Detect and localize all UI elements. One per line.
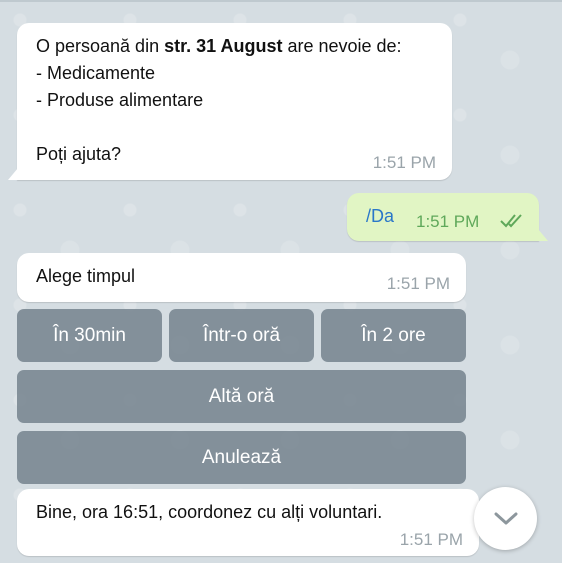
message-time: 1:51 PM bbox=[372, 153, 436, 172]
scroll-down-button[interactable] bbox=[474, 487, 537, 550]
option-1h-button[interactable]: Într-o oră bbox=[169, 309, 314, 362]
message-time: 1:51 PM bbox=[399, 530, 463, 549]
message-text: Alege timpul bbox=[36, 266, 136, 286]
incoming-message-request: O persoană din str. 31 August are nevoie… bbox=[8, 23, 452, 180]
bubble-tail bbox=[538, 229, 548, 241]
message-time: 1:51 PM bbox=[416, 212, 480, 231]
double-check-icon bbox=[500, 214, 522, 228]
incoming-message-confirmation: Bine, ora 16:51, coordonez cu alți volun… bbox=[17, 489, 479, 556]
option-other-time-button[interactable]: Altă oră bbox=[17, 370, 466, 423]
message-text-part: O persoană din bbox=[36, 36, 165, 56]
option-2h-button[interactable]: În 2 ore bbox=[321, 309, 466, 362]
cancel-button[interactable]: Anulează bbox=[17, 431, 466, 484]
incoming-message-choose-time: Alege timpul 1:51 PM bbox=[17, 253, 466, 302]
street-name: str. 31 August bbox=[164, 36, 283, 56]
message-text: Bine, ora 16:51, coordonez cu alți volun… bbox=[36, 502, 383, 522]
chevron-down-icon bbox=[494, 512, 517, 524]
message-time: 1:51 PM bbox=[386, 274, 450, 293]
outgoing-message-command: /Da 1:51 PM bbox=[347, 193, 548, 241]
bubble-tail bbox=[8, 168, 18, 180]
message-text: O persoană din str. 31 August are nevoie… bbox=[36, 33, 402, 168]
bot-command-link[interactable]: /Da bbox=[366, 206, 394, 227]
header-divider bbox=[0, 0, 562, 2]
option-30min-button[interactable]: În 30min bbox=[17, 309, 162, 362]
